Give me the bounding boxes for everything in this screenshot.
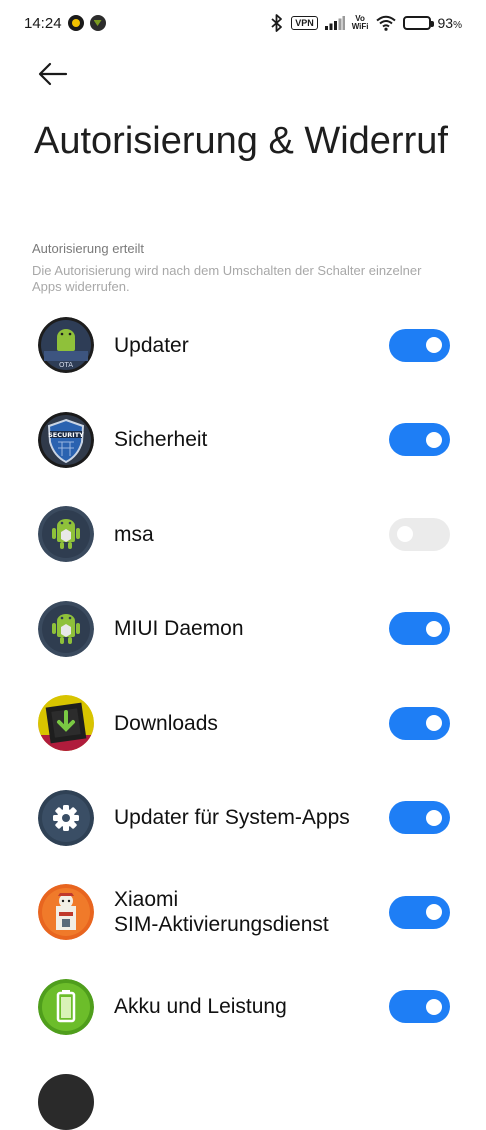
app-row-updater[interactable]: OTA Updater [0, 298, 486, 393]
app-row-downloads[interactable]: Downloads [0, 676, 486, 771]
vowifi-indicator: Vo WiFi [352, 15, 369, 31]
app-name: msa [114, 522, 154, 546]
app-name: Sicherheit [114, 428, 208, 452]
battery-icon [402, 16, 434, 30]
vowifi-bottom: WiFi [351, 22, 369, 31]
app-list: OTA Updater SECURITY Sicherheit msa MIUI… [0, 298, 486, 1054]
battery-icon [38, 978, 94, 1035]
app-name: Updater für System-Apps [114, 806, 350, 830]
wifi-icon [375, 15, 396, 31]
toggle-knob [426, 620, 442, 637]
app-row-updater-system-apps[interactable]: Updater für System-Apps [0, 771, 486, 866]
bluetooth-icon [271, 14, 283, 32]
app-row-sicherheit[interactable]: SECURITY Sicherheit [0, 393, 486, 488]
toggle-knob [397, 526, 413, 543]
gear-icon [38, 789, 94, 846]
app-toggle[interactable] [389, 328, 450, 362]
app-icon-partial [38, 1074, 94, 1130]
notification-app-icon [67, 15, 84, 31]
download-arrow-icon [38, 695, 94, 752]
status-left: 14:24 [24, 15, 106, 32]
android-robot-icon [38, 600, 94, 657]
back-arrow-icon[interactable] [36, 60, 70, 88]
clock: 14:24 [24, 14, 62, 32]
section-description: Die Autorisierung wird nach dem Umschalt… [32, 263, 422, 294]
vpn-badge: VPN [291, 16, 318, 30]
battery-percent: 93% [437, 15, 462, 31]
ota-updater-icon: OTA [38, 317, 94, 374]
toggle-knob [426, 998, 442, 1015]
status-bar: 14:24 VPN Vo WiFi 93% [0, 0, 486, 46]
toggle-knob [426, 715, 442, 732]
app-toggle[interactable] [389, 517, 450, 551]
app-name: Downloads [114, 711, 218, 735]
app-name: MIUI Daemon [114, 617, 244, 641]
notification-shield-icon [89, 15, 106, 31]
app-toggle[interactable] [389, 801, 450, 835]
toggle-knob [426, 431, 442, 448]
toggle-knob [426, 904, 442, 921]
toggle-knob [426, 809, 442, 826]
app-name: Xiaomi SIM-Aktivierungsdienst [114, 888, 329, 937]
section-heading: Autorisierung erteilt [32, 241, 144, 256]
svg-text:SECURITY: SECURITY [48, 431, 84, 439]
app-row-miui-daemon[interactable]: MIUI Daemon [0, 582, 486, 677]
app-toggle[interactable] [389, 990, 450, 1024]
toggle-knob [426, 337, 442, 354]
app-row-akku-leistung[interactable]: Akku und Leistung [0, 960, 486, 1055]
app-toggle[interactable] [389, 895, 450, 929]
cellular-signal-icon [324, 16, 345, 30]
app-row-msa[interactable]: msa [0, 487, 486, 582]
app-toggle[interactable] [389, 612, 450, 646]
app-name: Updater [114, 333, 189, 357]
status-right: VPN Vo WiFi 93% [270, 14, 462, 32]
app-name: Akku und Leistung [114, 995, 287, 1019]
security-shield-icon: SECURITY [38, 411, 94, 468]
app-toggle[interactable] [389, 706, 450, 740]
app-toggle[interactable] [389, 423, 450, 457]
svg-text:OTA: OTA [59, 361, 73, 369]
android-robot-icon [38, 506, 94, 563]
page-title: Autorisierung & Widerruf [34, 120, 448, 162]
sim-activation-icon [38, 884, 94, 941]
app-row-sim-activation[interactable]: Xiaomi SIM-Aktivierungsdienst [0, 865, 486, 960]
